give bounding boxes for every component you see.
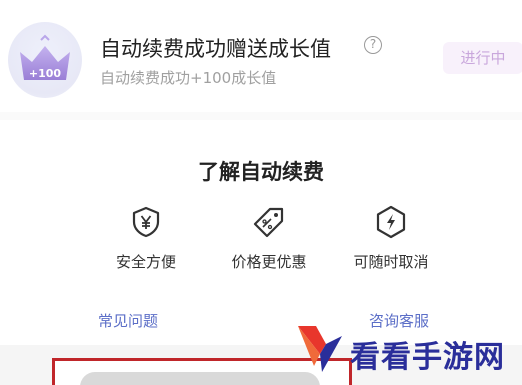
faq-link[interactable]: 常见问题: [98, 310, 158, 331]
shield-yen-icon: [132, 206, 160, 238]
feature-label-price: 价格更优惠: [231, 253, 307, 271]
feature-label-safe: 安全方便: [115, 253, 176, 271]
price-tag-icon: [253, 207, 284, 238]
crown-icon: +100: [20, 34, 70, 80]
task-status-button[interactable]: 进行中: [443, 42, 522, 74]
lightning-hexagon-icon: [376, 205, 406, 239]
watermark-text: 看看手游网: [350, 340, 505, 375]
feature-label-cancel: 可随时取消: [353, 253, 429, 271]
bottom-button[interactable]: [80, 372, 320, 385]
site-watermark: 看看手游网: [292, 322, 520, 378]
crown-badge: +100: [8, 22, 82, 98]
task-title: 自动续费成功赠送成长值: [100, 37, 331, 61]
section-divider: [0, 112, 522, 120]
feature-price: 价格更优惠: [204, 205, 334, 272]
auto-renew-info-title: 了解自动续费: [198, 160, 324, 184]
watermark-logo-icon: [298, 326, 342, 372]
feature-safe: 安全方便: [81, 205, 211, 272]
badge-points-text: +100: [29, 67, 62, 80]
help-icon[interactable]: ?: [364, 36, 382, 54]
feature-cancel: 可随时取消: [326, 205, 456, 272]
growth-task-card: +100 自动续费成功赠送成长值 ? 自动续费成功+100成长值 进行中: [0, 0, 522, 112]
task-subtitle: 自动续费成功+100成长值: [100, 69, 277, 87]
